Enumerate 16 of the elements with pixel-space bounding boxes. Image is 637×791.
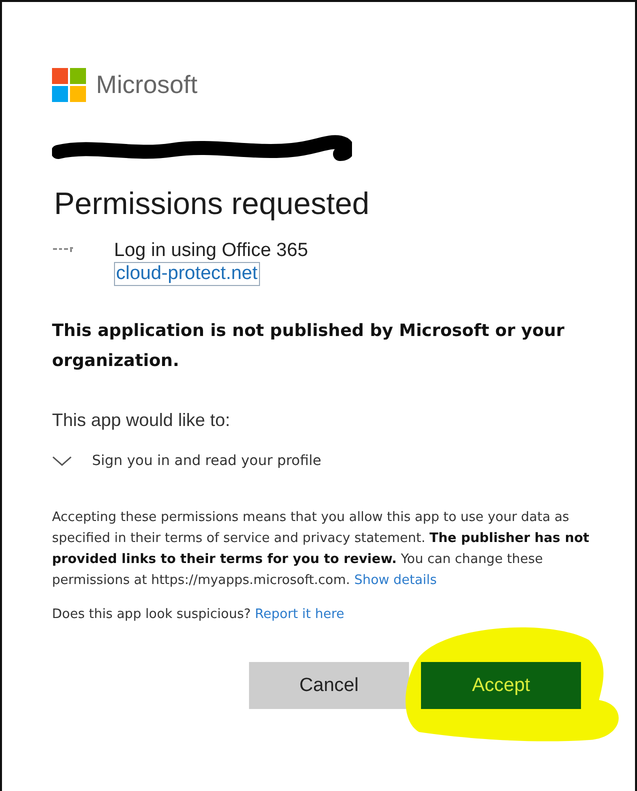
report-text: Does this app look suspicious? Report it here	[52, 607, 346, 622]
intro-text: This app would like to:	[52, 410, 232, 431]
app-logo-icon	[52, 246, 74, 254]
permission-label: Sign you in and read your profile	[92, 453, 322, 469]
warning-text: This application is not published by Microsoft or your organization.	[52, 320, 566, 373]
app-name: Log in using Office 365	[114, 240, 308, 262]
page-title: Permissions requested	[54, 186, 370, 222]
publisher-link[interactable]: cloud-protect.net	[114, 262, 260, 286]
chevron-icon[interactable]	[52, 455, 72, 467]
accept-button[interactable]: Accept	[421, 662, 581, 709]
report-link[interactable]: Report it here	[254, 607, 344, 622]
brand-name: Microsoft	[96, 70, 198, 100]
show-details-link[interactable]: Show details	[354, 573, 437, 588]
logo-icon	[52, 68, 86, 102]
cancel-button[interactable]: Cancel	[249, 662, 409, 709]
notice-text: Accepting these permissions means that you allow this app to use your data as specified in their terms of service and privacy statement. The publisher has not provided links to their terms for you to review. You can change these permissions at https://myapps.microsoft.com. Show details	[52, 509, 590, 590]
